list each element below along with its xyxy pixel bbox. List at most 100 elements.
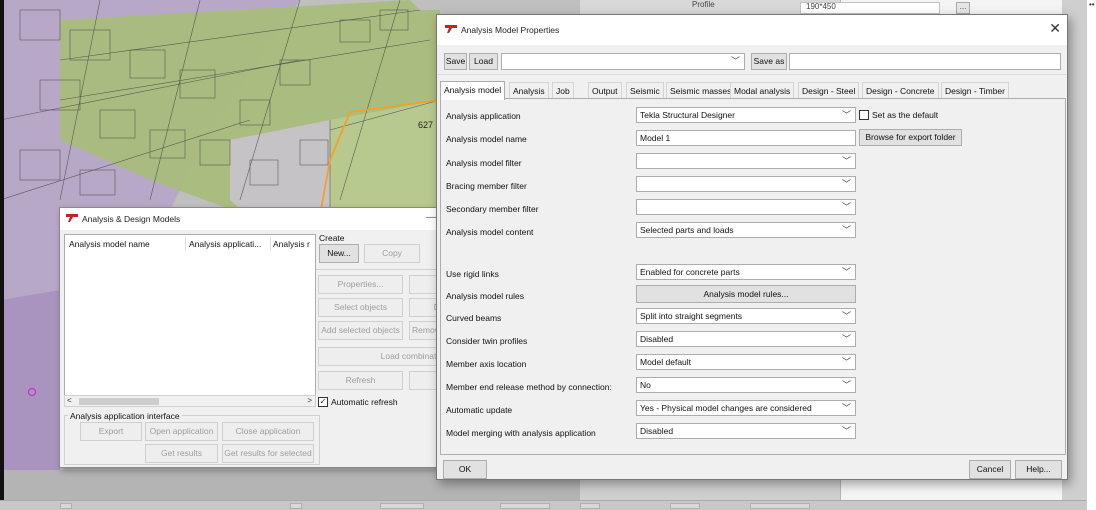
chevron-down-icon: ﹀ (841, 380, 851, 390)
get-results-for-selected-button[interactable]: Get results for selected (222, 444, 314, 463)
use-rigid-links-select[interactable]: Enabled for concrete parts ﹀ (636, 264, 856, 280)
column-header-application[interactable]: Analysis applicati... (189, 239, 261, 249)
column-separator (270, 237, 271, 251)
status-segment (670, 503, 700, 509)
save-as-button[interactable]: Save as (751, 53, 787, 70)
cancel-button[interactable]: Cancel (969, 460, 1011, 479)
column-header-model-name[interactable]: Analysis model name (69, 239, 150, 249)
member-axis-location-value: Model default (640, 357, 692, 367)
chevron-down-icon: ﹀ (841, 311, 851, 321)
use-rigid-links-label: Use rigid links (446, 269, 499, 279)
analysis-model-content-label: Analysis model content (446, 227, 534, 237)
analysis-model-filter-select[interactable]: ﹀ (636, 153, 856, 169)
analysis-design-models-window: Analysis & Design Models — Analysis mode… (59, 207, 441, 468)
new-button[interactable]: New... (319, 244, 359, 263)
add-selected-objects-button[interactable]: Add selected objects (318, 321, 403, 340)
scroll-right-icon[interactable]: > (307, 396, 312, 405)
open-application-button[interactable]: Open application (145, 422, 218, 441)
column-header-analysis-r[interactable]: Analysis r (273, 239, 310, 249)
chevron-down-icon: ﹀ (841, 225, 851, 235)
load-button[interactable]: Load (469, 53, 498, 70)
get-results-button[interactable]: Get results (145, 444, 218, 463)
chevron-down-icon: ﹀ (841, 156, 851, 166)
tab-output[interactable]: Output (588, 82, 622, 99)
chevron-down-icon: ﹀ (841, 202, 851, 212)
consider-twin-profiles-value: Disabled (640, 334, 674, 344)
automatic-update-select[interactable]: Yes - Physical model changes are conside… (636, 400, 856, 416)
tab-design-concrete[interactable]: Design - Concrete (862, 82, 939, 99)
amp-titlebar[interactable]: Analysis Model Properties ✕ (437, 15, 1067, 45)
profile-value: 190*450 (806, 2, 836, 11)
window-left-edge (0, 0, 4, 510)
set-default-checkbox[interactable] (859, 110, 869, 120)
copy-button[interactable]: Copy (364, 244, 420, 263)
tekla-app-icon (445, 25, 457, 33)
status-segment (60, 503, 72, 509)
profile-label: Profile (692, 0, 715, 9)
column-separator (185, 237, 186, 251)
curved-beams-select[interactable]: Split into straight segments ﹀ (636, 308, 856, 324)
far-right-scrollbar[interactable]: •• (1086, 0, 1096, 510)
tab-analysis[interactable]: Analysis (509, 82, 549, 99)
refresh-button[interactable]: Refresh (318, 371, 403, 390)
tab-analysis-model[interactable]: Analysis model (440, 81, 506, 100)
chevron-down-icon: ﹀ (841, 334, 851, 344)
consider-twin-profiles-select[interactable]: Disabled ﹀ (636, 331, 856, 347)
close-icon[interactable]: ✕ (1049, 20, 1061, 37)
property-value-row: 190*450 … (800, 0, 970, 14)
status-segment (380, 503, 424, 509)
minimize-button[interactable]: — (426, 212, 436, 223)
export-button[interactable]: Export (80, 422, 142, 441)
analysis-application-select[interactable]: Tekla Structural Designer ﹀ (636, 107, 856, 123)
member-axis-location-select[interactable]: Model default ﹀ (636, 354, 856, 370)
scroll-left-icon[interactable]: < (67, 396, 72, 405)
model-merging-label: Model merging with analysis application (446, 428, 596, 438)
analysis-model-name-label: Analysis model name (446, 134, 527, 144)
automatic-refresh-checkbox[interactable]: ✓ (318, 397, 328, 407)
analysis-model-content-select[interactable]: Selected parts and loads ﹀ (636, 222, 856, 238)
status-segment (750, 503, 810, 509)
tab-job[interactable]: Job (552, 82, 574, 99)
analysis-model-properties-window: Analysis Model Properties ✕ Save Load ﹀ … (436, 14, 1068, 480)
automatic-refresh-label: Automatic refresh (331, 397, 398, 407)
create-group-label: Create (319, 233, 345, 243)
ok-button[interactable]: OK (443, 460, 487, 479)
profile-browse-button[interactable]: … (956, 2, 970, 14)
bracing-member-filter-label: Bracing member filter (446, 181, 527, 191)
list-horizontal-scrollbar[interactable]: < > (64, 395, 316, 407)
amp-button-row: OK Cancel Help... (437, 457, 1067, 479)
member-axis-location-label: Member axis location (446, 359, 527, 369)
model-merging-select[interactable]: Disabled ﹀ (636, 423, 856, 439)
bracing-member-filter-select[interactable]: ﹀ (636, 176, 856, 192)
tab-design-steel[interactable]: Design - Steel (798, 82, 860, 99)
load-combinations-button[interactable]: Load combinatio (318, 347, 440, 366)
secondary-member-filter-select[interactable]: ﹀ (636, 199, 856, 215)
analysis-models-list[interactable]: Analysis model name Analysis applicati..… (64, 234, 316, 407)
member-end-release-select[interactable]: No ﹀ (636, 377, 856, 393)
tab-design-timber[interactable]: Design - Timber (941, 82, 1009, 99)
analysis-model-content-value: Selected parts and loads (640, 225, 734, 235)
consider-twin-profiles-label: Consider twin profiles (446, 336, 528, 346)
analysis-model-rules-button[interactable]: Analysis model rules... (636, 285, 856, 303)
help-button[interactable]: Help... (1015, 460, 1062, 479)
adm-titlebar[interactable]: Analysis & Design Models — (60, 208, 440, 230)
browse-export-folder-button[interactable]: Browse for export folder (859, 129, 962, 146)
analysis-model-tab-panel: Analysis application Tekla Structural De… (440, 98, 1066, 455)
secondary-member-filter-label: Secondary member filter (446, 204, 539, 214)
save-as-input[interactable] (789, 53, 1061, 70)
load-settings-combo[interactable]: ﹀ (501, 53, 745, 70)
analysis-model-name-input[interactable]: Model 1 (636, 130, 856, 146)
member-end-release-value: No (640, 380, 651, 390)
status-bar (0, 500, 1086, 510)
scroll-thumb[interactable] (79, 398, 159, 405)
save-button[interactable]: Save (444, 53, 467, 70)
close-application-button[interactable]: Close application (222, 422, 314, 441)
analysis-application-label: Analysis application (446, 111, 521, 121)
tab-modal-analysis[interactable]: Modal analysis (730, 82, 795, 99)
select-objects-button[interactable]: Select objects (318, 298, 403, 317)
tab-seismic[interactable]: Seismic (626, 82, 664, 99)
status-segment (290, 503, 302, 509)
tab-seismic-masses[interactable]: Seismic masses (666, 82, 736, 99)
properties-button[interactable]: Properties... (318, 275, 403, 294)
amp-tab-bar: Analysis model Analysis Job Output Seism… (440, 81, 1066, 100)
